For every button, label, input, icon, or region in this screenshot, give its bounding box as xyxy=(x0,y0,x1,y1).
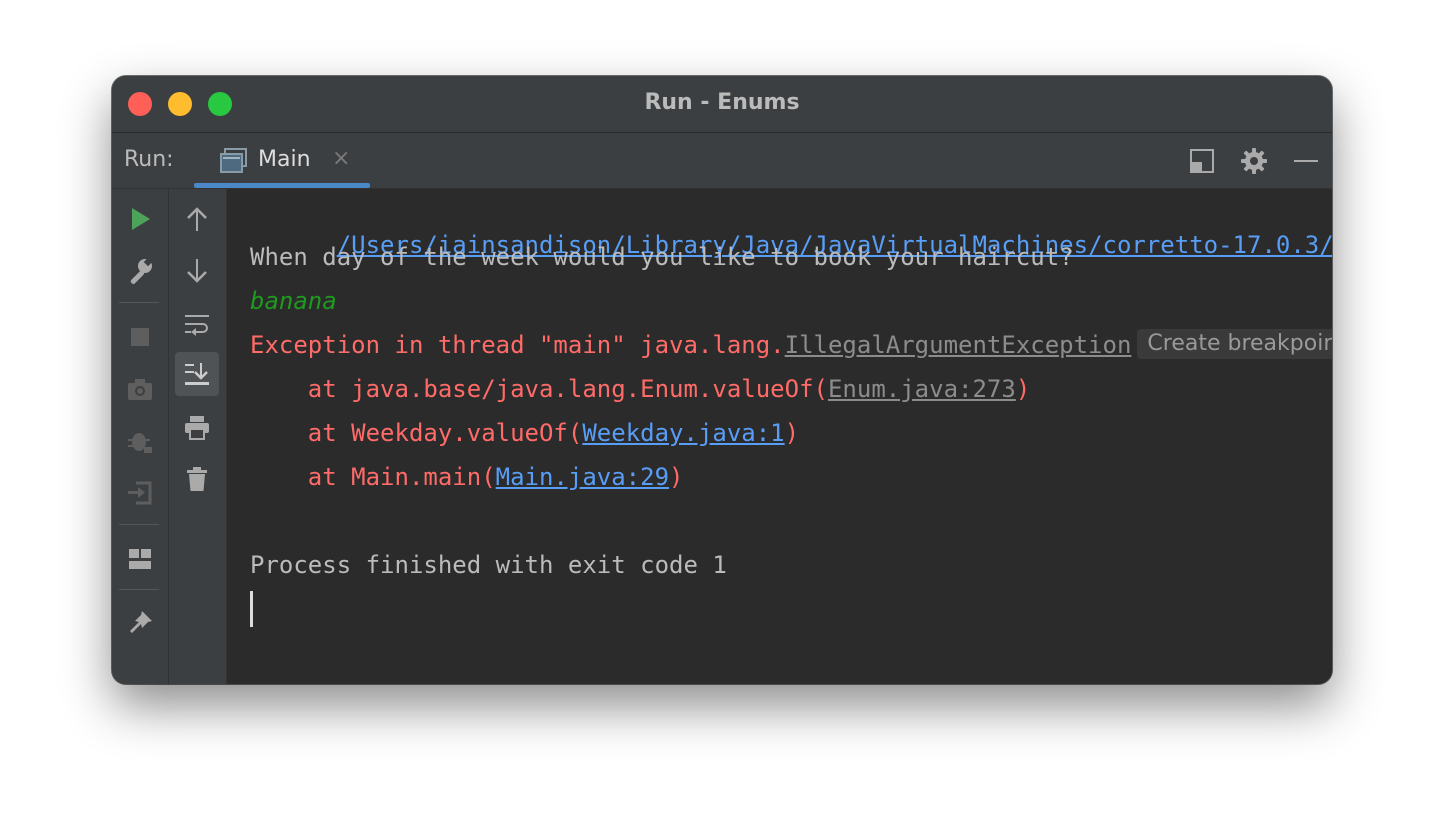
soft-wrap-icon[interactable] xyxy=(183,311,211,339)
minimize-panel-icon[interactable] xyxy=(1292,147,1320,175)
tab-main[interactable]: Main × xyxy=(194,133,370,188)
run-actions-toolbar xyxy=(112,189,169,684)
stack-trace-line: at Weekday.valueOf(Weekday.java:1) xyxy=(250,417,799,449)
scroll-to-end-icon[interactable] xyxy=(183,360,211,388)
restore-layout-icon[interactable] xyxy=(126,479,154,507)
gear-icon[interactable] xyxy=(1240,147,1268,175)
console-actions-toolbar xyxy=(169,189,227,684)
layout-grid-icon[interactable] xyxy=(126,545,154,573)
wrench-icon[interactable] xyxy=(126,257,154,285)
run-window: Run - Enums Run: Main × /Users/iainsandi… xyxy=(112,76,1332,684)
tab-main-label: Main xyxy=(258,147,311,172)
trace-suffix: ) xyxy=(784,419,800,447)
trace-prefix: at java.base/java.lang.Enum.valueOf( xyxy=(250,375,828,403)
run-toolbar: Run: Main × xyxy=(112,133,1332,189)
stack-trace-line: at Main.main(Main.java:29) xyxy=(250,461,684,493)
print-icon[interactable] xyxy=(183,413,211,441)
layout-icon[interactable] xyxy=(1188,147,1216,175)
tab-close-icon[interactable]: × xyxy=(332,146,350,171)
exception-line: Exception in thread "main" java.lang.Ill… xyxy=(250,329,1332,361)
trace-source-link[interactable]: Weekday.java:1 xyxy=(582,419,784,447)
camera-icon[interactable] xyxy=(126,375,154,403)
debug-bug-icon[interactable] xyxy=(126,427,154,455)
title-bar: Run - Enums xyxy=(112,76,1332,133)
active-tab-indicator xyxy=(194,183,370,188)
console-output[interactable]: /Users/iainsandison/Library/Java/JavaVir… xyxy=(227,189,1332,684)
exception-prefix: Exception in thread "main" java.lang. xyxy=(250,331,785,359)
trace-source-link[interactable]: Main.java:29 xyxy=(496,463,669,491)
trash-icon[interactable] xyxy=(183,465,211,493)
text-caret xyxy=(250,591,253,627)
trace-suffix: ) xyxy=(669,463,684,491)
exception-class-link[interactable]: IllegalArgumentException xyxy=(785,331,1132,359)
toolbar-separator xyxy=(119,524,159,525)
trace-source-link[interactable]: Enum.java:273 xyxy=(828,375,1016,403)
create-breakpoint-hint[interactable]: Create breakpoint xyxy=(1137,329,1332,359)
prompt-line: When day of the week would you like to b… xyxy=(250,243,1074,271)
user-input-line: banana xyxy=(250,287,337,315)
trace-prefix: at Main.main( xyxy=(250,463,496,491)
trace-prefix: at Weekday.valueOf( xyxy=(250,419,583,447)
console-window-icon xyxy=(220,148,248,178)
stop-icon[interactable] xyxy=(126,323,154,351)
rerun-icon[interactable] xyxy=(126,205,154,233)
arrow-down-icon[interactable] xyxy=(183,257,211,285)
toolbar-separator xyxy=(119,302,159,303)
window-title: Run - Enums xyxy=(644,90,800,115)
arrow-up-icon[interactable] xyxy=(183,205,211,233)
trace-suffix: ) xyxy=(1015,375,1031,403)
pin-icon[interactable] xyxy=(126,609,154,637)
run-label: Run: xyxy=(124,147,174,172)
stack-trace-line: at java.base/java.lang.Enum.valueOf(Enum… xyxy=(250,373,1030,405)
process-finished-line: Process finished with exit code 1 xyxy=(250,551,727,579)
toolbar-separator xyxy=(119,589,159,590)
